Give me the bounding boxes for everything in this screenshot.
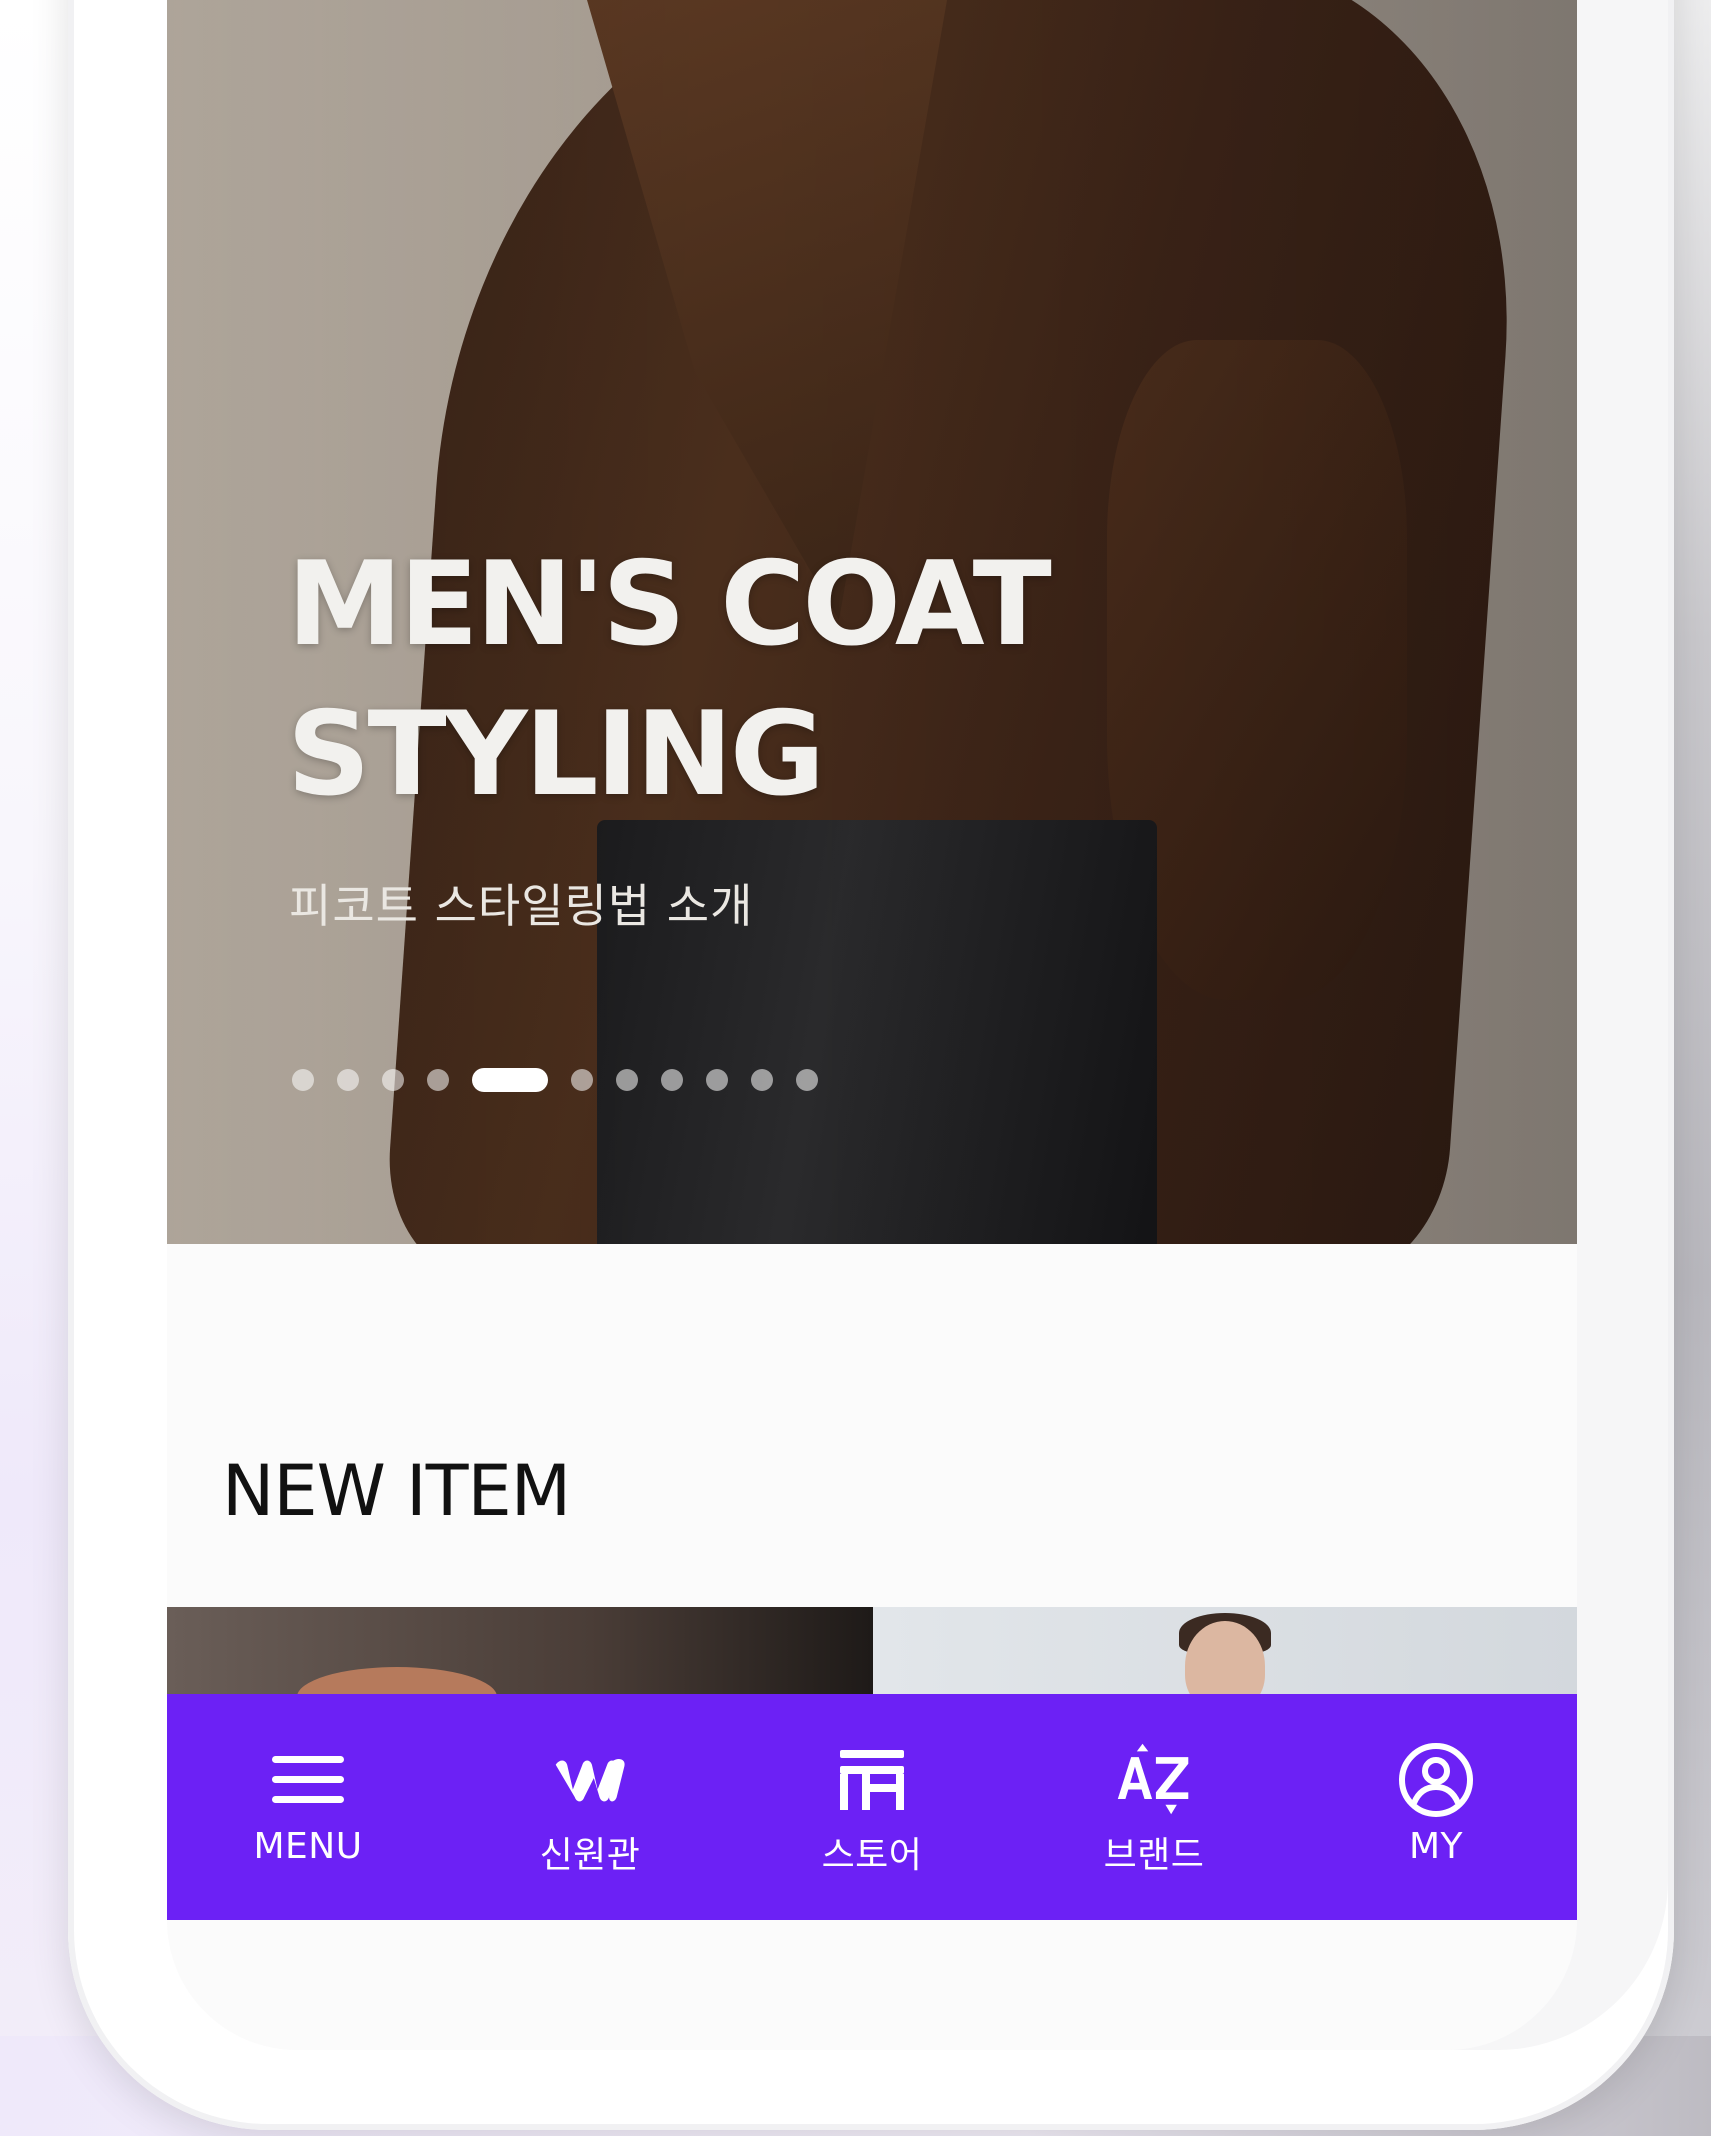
- nav-item-menu[interactable]: MENU: [167, 1694, 449, 1920]
- hero-subtitle: 피코트 스타일링법 소개: [289, 879, 754, 933]
- carousel-dot[interactable]: [337, 1069, 359, 1091]
- carousel-dot[interactable]: [706, 1069, 728, 1091]
- nav-item-my[interactable]: MY: [1295, 1694, 1577, 1920]
- nav-label: MENU: [253, 1826, 363, 1867]
- carousel-dot[interactable]: [292, 1069, 314, 1091]
- nav-item-store[interactable]: 스토어: [731, 1694, 1013, 1920]
- carousel-dot-active[interactable]: [472, 1068, 548, 1092]
- nav-item-brand[interactable]: 브랜드: [1013, 1694, 1295, 1920]
- section-title-new-item: NEW ITEM: [222, 1450, 571, 1532]
- phone-screen: MEN'S COAT STYLING 피코트 스타일링법 소개 NEW ITEM…: [167, 0, 1577, 2050]
- nav-item-shinwon[interactable]: 신원관: [449, 1694, 731, 1920]
- carousel-dot[interactable]: [751, 1069, 773, 1091]
- product-thumbnail[interactable]: [873, 1607, 1577, 1711]
- carousel-dot[interactable]: [571, 1069, 593, 1091]
- brand-logo-icon: [550, 1740, 630, 1820]
- carousel-dot[interactable]: [616, 1069, 638, 1091]
- carousel-dot[interactable]: [382, 1069, 404, 1091]
- carousel-dot[interactable]: [796, 1069, 818, 1091]
- hero-title: MEN'S COAT STYLING: [287, 537, 1052, 822]
- nav-label: 브랜드: [1103, 1835, 1205, 1876]
- home-indicator-area: [167, 1920, 1577, 2050]
- hero-banner[interactable]: MEN'S COAT STYLING 피코트 스타일링법 소개: [167, 0, 1577, 1244]
- bottom-navigation: MENU 신원관 스토어 브랜드 MY: [167, 1694, 1577, 1920]
- user-profile-icon: [1396, 1740, 1476, 1820]
- nav-label: 스토어: [821, 1835, 923, 1876]
- carousel-indicator[interactable]: [292, 1068, 841, 1092]
- nav-label: 신원관: [539, 1835, 641, 1876]
- carousel-dot[interactable]: [427, 1069, 449, 1091]
- product-thumbnail[interactable]: [167, 1607, 873, 1727]
- carousel-dot[interactable]: [661, 1069, 683, 1091]
- nav-label: MY: [1408, 1826, 1464, 1867]
- hamburger-menu-icon: [268, 1740, 348, 1820]
- az-sort-icon: [1114, 1740, 1194, 1820]
- store-icon: [832, 1740, 912, 1820]
